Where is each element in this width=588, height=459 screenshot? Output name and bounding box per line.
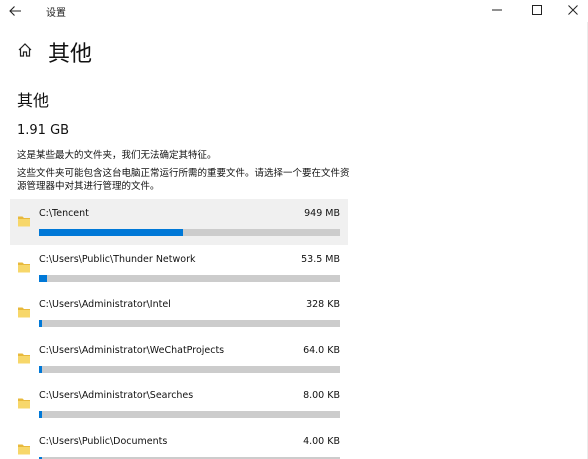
total-size: 1.91 GB [17, 123, 70, 138]
folder-row[interactable]: C:\Users\Administrator\Intel 328 KB [10, 290, 348, 336]
section-title: 其他 [17, 91, 50, 110]
close-icon [568, 5, 578, 15]
maximize-button[interactable] [522, 0, 552, 20]
folder-row[interactable]: C:\Users\Public\Thunder Network 53.5 MB [10, 245, 348, 291]
usage-bar [39, 365, 340, 373]
folder-size: 53.5 MB [301, 253, 340, 265]
usage-bar-fill [39, 411, 42, 418]
folder-row[interactable]: C:\Users\Administrator\WeChatProjects 64… [10, 336, 348, 382]
folder-size: 8.00 KB [303, 390, 340, 401]
usage-bar-fill [39, 320, 42, 327]
minimize-button[interactable] [482, 0, 512, 20]
page-title: 其他 [48, 42, 93, 67]
folder-path: C:\Users\Administrator\Searches [39, 390, 194, 401]
folder-size: 949 MB [304, 208, 340, 219]
usage-bar [39, 320, 340, 327]
folder-row[interactable]: C:\Tencent 949 MB [10, 199, 348, 245]
description-primary: 这是某些最大的文件夹，我们无法确定其特征。 [17, 150, 217, 161]
folder-path: C:\Users\Administrator\WeChatProjects [39, 344, 225, 356]
close-button[interactable] [558, 0, 588, 20]
folder-path: C:\Tencent [39, 208, 89, 219]
usage-bar-fill [39, 274, 48, 282]
folder-path: C:\Users\Administrator\Intel [39, 299, 171, 310]
folder-list: C:\Tencent 949 MB C:\Users\Public\Thunde… [10, 199, 348, 459]
folder-size: 4.00 KB [303, 435, 340, 447]
minimize-icon [492, 9, 502, 11]
usage-bar [39, 411, 340, 418]
usage-bar-fill [39, 365, 42, 373]
folder-icon [18, 307, 30, 318]
folder-icon [18, 353, 30, 363]
settings-window: 设置 其他 其他 1.91 GB 这是某些最大的文件夹，我们无法确定其特征。 这… [0, 0, 588, 459]
arrow-left-icon [9, 6, 21, 16]
usage-bar [39, 274, 340, 282]
folder-path: C:\Users\Public\Thunder Network [39, 253, 196, 265]
description-secondary: 这些文件夹可能包含这台电脑正常运行所需的重要文件。请选择一个要在文件资源管理器中… [17, 168, 350, 192]
usage-bar [39, 229, 340, 236]
folder-icon [18, 398, 30, 409]
folder-path: C:\Users\Public\Documents [39, 435, 168, 447]
folder-row[interactable]: C:\Users\Administrator\Searches 8.00 KB [10, 381, 348, 427]
title-bar: 设置 [0, 0, 588, 22]
folder-icon [18, 262, 30, 272]
folder-size: 328 KB [306, 299, 340, 310]
folder-row[interactable]: C:\Users\Public\Documents 4.00 KB [10, 427, 348, 459]
usage-bar-fill [39, 229, 184, 236]
folder-icon [18, 216, 30, 227]
window-title: 设置 [46, 8, 66, 19]
maximize-icon [532, 5, 542, 15]
back-button[interactable] [8, 2, 26, 18]
folder-icon [18, 444, 30, 454]
folder-size: 64.0 KB [303, 344, 340, 356]
home-icon[interactable] [17, 42, 33, 58]
